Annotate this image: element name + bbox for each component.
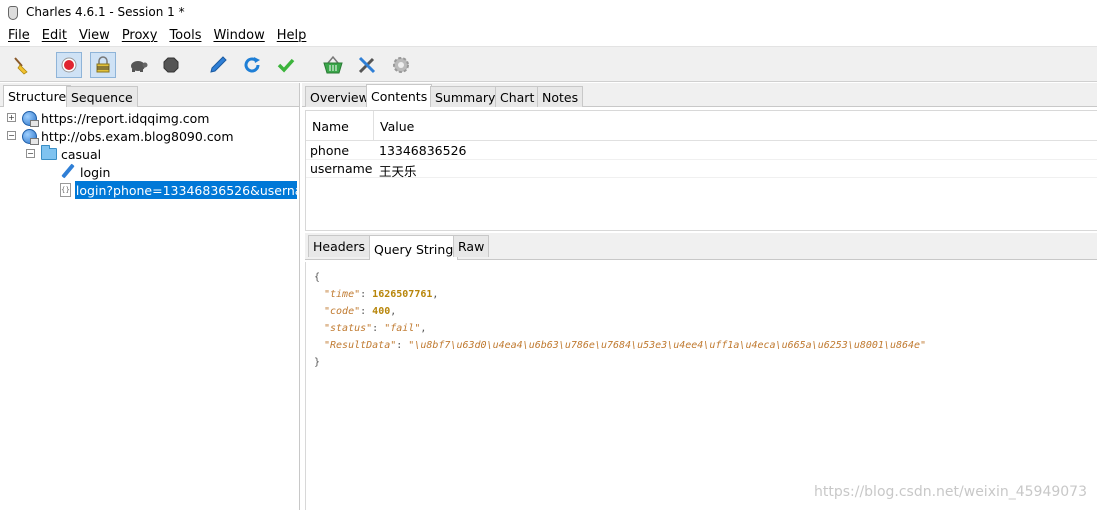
tools-wrench-icon[interactable]: [354, 52, 380, 78]
query-params-table: Name Value phone 13346836526 username 王天…: [305, 110, 1097, 231]
window-title: Charles 4.6.1 - Session 1 *: [26, 5, 185, 19]
tab-chart[interactable]: Chart: [495, 86, 540, 107]
breakpoint-hexagon-icon[interactable]: [158, 52, 184, 78]
menu-proxy[interactable]: Proxy: [116, 28, 164, 43]
host-label: https://report.idqqimg.com: [41, 110, 210, 126]
response-tab-bar: Headers Query String Raw: [305, 233, 1097, 260]
ssl-proxy-lock-icon[interactable]: [90, 52, 116, 78]
table-row[interactable]: phone 13346836526: [306, 142, 1097, 160]
tab-headers[interactable]: Headers: [308, 235, 371, 257]
column-header-name[interactable]: Name: [306, 111, 374, 141]
param-name: phone: [310, 143, 350, 158]
menu-view[interactable]: View: [73, 28, 116, 43]
host-globe-icon: [22, 110, 39, 127]
json-line-status: "status": "fail",: [324, 323, 427, 334]
tree-item-login[interactable]: login: [60, 163, 110, 181]
tab-structure[interactable]: Structure: [3, 85, 72, 107]
compose-pen-icon[interactable]: [205, 52, 231, 78]
menu-help[interactable]: Help: [271, 28, 313, 43]
tab-notes[interactable]: Notes: [537, 86, 584, 107]
tab-summary[interactable]: Summary: [430, 86, 501, 107]
toolbar: [0, 46, 1097, 82]
param-value: 王天乐: [379, 164, 417, 179]
detail-tab-bar: Overview Contents Summary Chart Notes: [302, 83, 1097, 107]
item-label: login: [80, 164, 111, 180]
json-close-brace: }: [314, 357, 321, 368]
left-tab-bar: Structure Sequence: [0, 83, 299, 107]
collapse-minus-icon[interactable]: −: [7, 131, 16, 140]
host-label: http://obs.exam.blog8090.com: [41, 128, 234, 144]
tab-query-string[interactable]: Query String: [369, 235, 459, 260]
tree-host-obs[interactable]: − http://obs.exam.blog8090.com: [6, 127, 234, 145]
tab-contents[interactable]: Contents: [366, 84, 433, 107]
folder-icon: [41, 145, 57, 160]
shopping-basket-icon[interactable]: [320, 52, 346, 78]
json-document-icon: {}: [60, 183, 71, 197]
request-pen-icon: [60, 164, 76, 180]
table-header: Name Value: [306, 111, 1097, 141]
host-globe-icon: [22, 128, 39, 145]
json-line-time: "time": 1626507761,: [324, 289, 439, 300]
tab-sequence[interactable]: Sequence: [66, 86, 138, 107]
json-response-view[interactable]: { "time": 1626507761, "code": 400, "stat…: [305, 262, 1097, 510]
folder-label: casual: [61, 146, 102, 162]
tab-raw[interactable]: Raw: [453, 235, 490, 257]
watermark: https://blog.csdn.net/weixin_45949073: [813, 484, 1087, 500]
repeat-refresh-icon[interactable]: [239, 52, 265, 78]
json-open-brace: {: [314, 272, 321, 283]
menu-file[interactable]: File: [2, 28, 36, 43]
param-name: username: [310, 161, 373, 176]
table-row[interactable]: username 王天乐: [306, 160, 1097, 179]
record-icon[interactable]: [56, 52, 82, 78]
tab-overview[interactable]: Overview: [305, 86, 374, 107]
tree-item-login-query[interactable]: {} login?phone=13346836526&usernam: [60, 181, 297, 199]
menu-bar: File Edit View Proxy Tools Window Help: [0, 24, 1097, 46]
tree-folder-casual[interactable]: − casual: [25, 145, 101, 163]
menu-tools[interactable]: Tools: [163, 28, 207, 43]
charles-app-icon: [6, 5, 18, 20]
throttle-turtle-icon[interactable]: [125, 52, 151, 78]
structure-pane: Structure Sequence + https://report.idqq…: [0, 83, 300, 510]
column-header-value[interactable]: Value: [374, 111, 574, 141]
json-line-code: "code": 400,: [324, 306, 397, 317]
detail-pane: Overview Contents Summary Chart Notes Na…: [302, 83, 1097, 510]
validate-check-icon[interactable]: [273, 52, 299, 78]
tree-host-report[interactable]: + https://report.idqqimg.com: [6, 109, 210, 127]
json-line-resultdata: "ResultData": "\u8bf7\u63d0\u4ea4\u6b63\…: [324, 340, 927, 351]
title-bar: Charles 4.6.1 - Session 1 *: [0, 0, 1097, 24]
expand-plus-icon[interactable]: +: [7, 113, 16, 122]
param-value: 13346836526: [379, 143, 467, 158]
menu-window[interactable]: Window: [207, 28, 270, 43]
selected-item-label: login?phone=13346836526&usernam: [74, 181, 297, 199]
settings-gear-icon[interactable]: [388, 52, 414, 78]
collapse-minus-icon[interactable]: −: [26, 149, 35, 158]
broom-icon[interactable]: [8, 52, 34, 78]
menu-edit[interactable]: Edit: [36, 28, 73, 43]
